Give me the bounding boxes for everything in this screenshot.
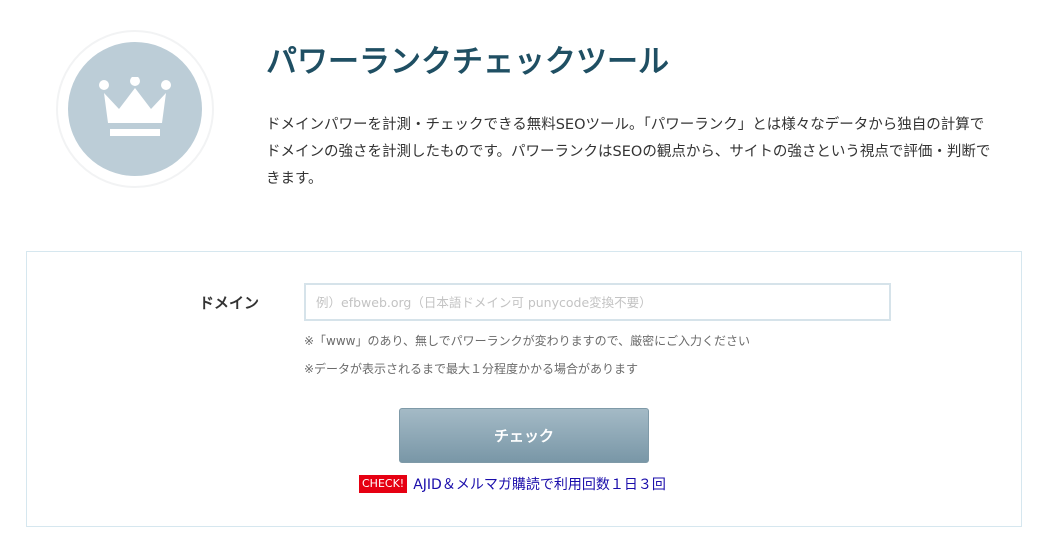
check-badge: CHECK! — [359, 475, 408, 493]
domain-label: ドメイン — [199, 294, 260, 312]
check-button[interactable]: チェック — [399, 408, 649, 463]
logo-circle — [68, 42, 202, 176]
crown-icon — [99, 77, 171, 136]
page: パワーランクチェックツール ドメインパワーを計測・チェックできる無料SEOツール… — [0, 0, 1042, 540]
promo-link[interactable]: AJID＆メルマガ購読で利用回数１日３回 — [413, 474, 666, 494]
note-www: ※「www」のあり、無しでパワーランクが変わりますので、厳密にご入力ください — [304, 334, 750, 348]
check-form-panel: ドメイン ※「www」のあり、無しでパワーランクが変わりますので、厳密にご入力く… — [26, 251, 1022, 527]
page-title: パワーランクチェックツール — [266, 44, 669, 80]
logo — [56, 30, 214, 188]
promo: CHECK! AJID＆メルマガ購読で利用回数１日３回 — [359, 474, 666, 494]
domain-input[interactable] — [304, 283, 891, 321]
note-time: ※データが表示されるまで最大１分程度かかる場合があります — [304, 362, 639, 376]
page-description: ドメインパワーを計測・チェックできる無料SEOツール。「パワーランク」とは様々な… — [266, 117, 991, 187]
